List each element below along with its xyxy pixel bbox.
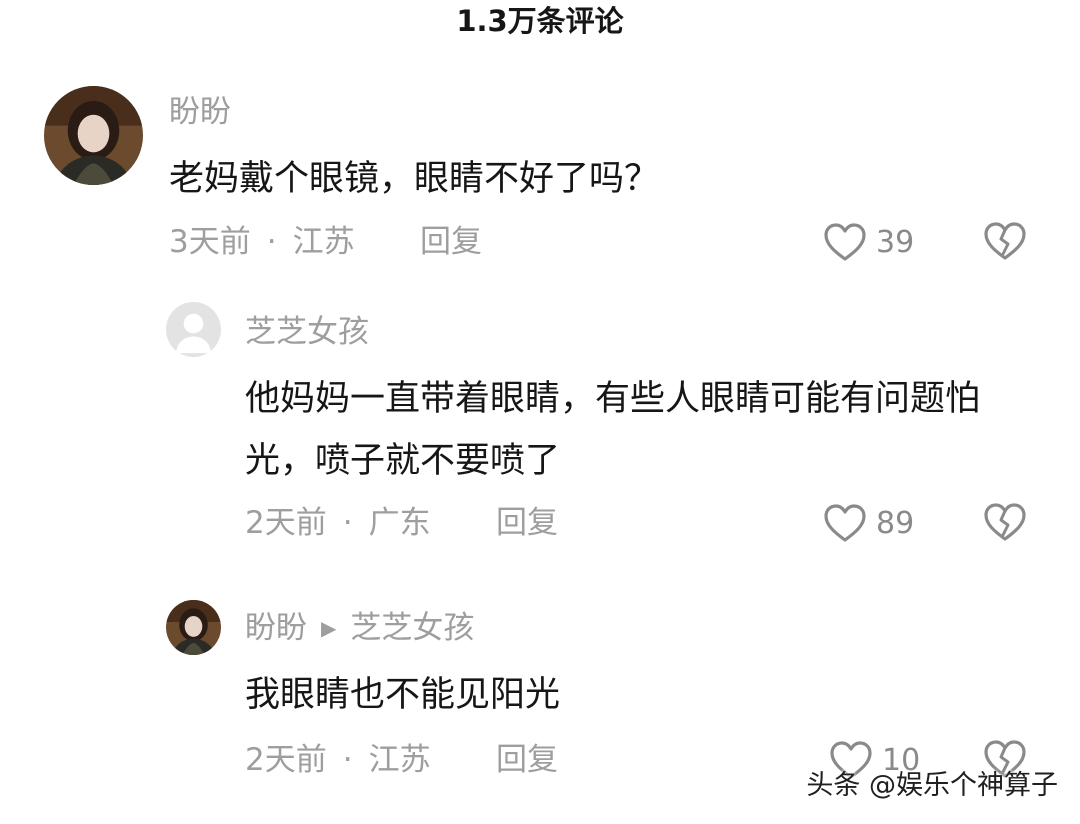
comment-text: 他妈妈一直带着眼睛，有些人眼睛可能有问题怕光，喷子就不要喷了 xyxy=(245,379,981,481)
reply-button[interactable]: 回复 xyxy=(496,503,558,543)
comment-location: 江苏 xyxy=(292,224,355,260)
meta-separator: · xyxy=(342,742,353,778)
like-button[interactable]: 39 xyxy=(822,220,914,264)
play-triangle-icon: ▶ xyxy=(321,616,337,640)
comment-time: 2天前 xyxy=(245,505,327,541)
like-count: 39 xyxy=(876,224,915,260)
broken-heart-icon xyxy=(984,222,1026,260)
comment-text: 我眼睛也不能见阳光 xyxy=(245,675,561,715)
comment-author[interactable]: 盼盼 xyxy=(169,92,231,132)
comment-item: 盼盼 老妈戴个眼镜，眼睛不好了吗？ 3天前 · 江苏 回复 39 xyxy=(0,0,1080,290)
reply-target-author[interactable]: 芝芝女孩 xyxy=(350,610,474,646)
avatar[interactable] xyxy=(166,600,221,655)
meta-separator: · xyxy=(342,505,353,541)
dislike-button[interactable] xyxy=(982,501,1028,545)
comment-meta: 2天前 · 江苏 xyxy=(245,740,431,780)
comment-location: 江苏 xyxy=(368,742,431,778)
comment-time: 2天前 xyxy=(245,742,327,778)
comment-time: 3天前 xyxy=(169,224,251,260)
comment-meta: 2天前 · 广东 xyxy=(245,503,431,543)
heart-outline-icon xyxy=(824,223,866,261)
meta-separator: · xyxy=(266,224,277,260)
avatar[interactable] xyxy=(44,86,143,185)
avatar[interactable] xyxy=(166,302,221,357)
watermark: 头条 @娱乐个神算子 xyxy=(806,770,1058,801)
comment-text: 老妈戴个眼镜，眼睛不好了吗？ xyxy=(169,159,660,199)
comment-author-line: 盼盼 ▶ 芝芝女孩 xyxy=(245,608,474,651)
comment-author[interactable]: 芝芝女孩 xyxy=(245,312,369,352)
comment-author[interactable]: 盼盼 xyxy=(245,610,307,646)
comment-item: 芝芝女孩 他妈妈一直带着眼睛，有些人眼睛可能有问题怕光，喷子就不要喷了 2天前 ·… xyxy=(0,290,1080,580)
like-count: 89 xyxy=(876,505,915,541)
comment-meta: 3天前 · 江苏 xyxy=(169,222,355,262)
reply-button[interactable]: 回复 xyxy=(420,222,482,262)
heart-outline-icon xyxy=(824,504,866,542)
broken-heart-icon xyxy=(984,503,1026,541)
like-button[interactable]: 89 xyxy=(822,501,914,545)
comment-location: 广东 xyxy=(368,505,431,541)
reply-button[interactable]: 回复 xyxy=(496,740,558,780)
dislike-button[interactable] xyxy=(982,220,1028,264)
